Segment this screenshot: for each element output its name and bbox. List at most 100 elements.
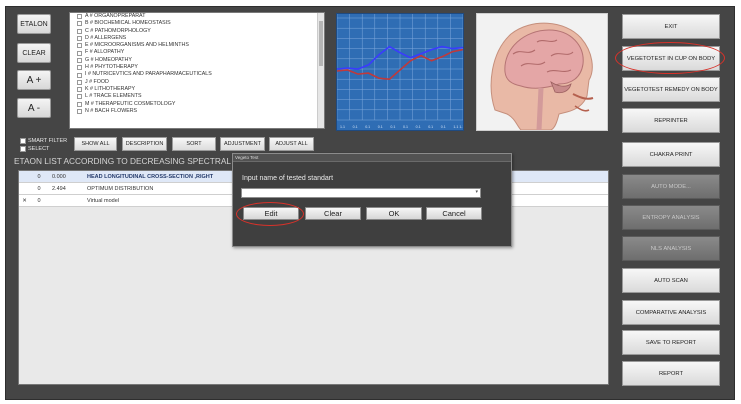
input-value [242, 198, 244, 204]
category-checkbox[interactable] [77, 101, 82, 107]
row-marker[interactable]: ✕ [19, 198, 30, 204]
chart-x-tick-label: 0.1 [390, 125, 395, 129]
chart-x-tick-label: 1.1 [340, 125, 345, 129]
category-checkbox[interactable] [77, 57, 82, 63]
category-checkbox[interactable] [77, 79, 82, 85]
category-checkbox[interactable] [77, 21, 82, 27]
category-label: M # THERAPEUTIC COSMETOLOGY [85, 100, 176, 107]
category-label: D # ALLERGENS [85, 34, 127, 41]
right-button-chakra-print[interactable]: CHAKRA PRINT [622, 142, 720, 167]
smart-filter-checkbox[interactable]: SMART FILTER [20, 138, 67, 144]
spectrum-chart-svg: 1.1 0.1 0.1 0.1 0.1 0.1 0.1 0.1 0.1 1.1 1.1 [336, 14, 464, 129]
right-button-entropy-analysis: ENTROPY ANALYSIS [622, 205, 720, 230]
etalon-list-title: ETAON LIST ACCORDING TO DECREASING SPECT… [14, 156, 248, 166]
category-items: A # ORGANOPREPARAT B # BIOCHEMICAL HOMEOS… [70, 13, 324, 115]
category-item[interactable]: J # FOOD [70, 79, 324, 86]
row-value: 0.000 [52, 173, 66, 180]
standard-name-input[interactable]: ▾ [241, 188, 481, 198]
category-label: L # TRACE ELEMENTS [85, 93, 142, 100]
dialog-prompt: Input name of tested standart [242, 175, 334, 182]
font-decrease-button[interactable]: A - [17, 98, 51, 118]
category-checkbox[interactable] [77, 94, 82, 100]
category-list-scrollbar[interactable] [317, 13, 324, 128]
dialog-title: Vegeto Test [235, 154, 259, 160]
category-label: B # BIOCHEMICAL HOMEOSTASIS [85, 20, 171, 27]
category-label: J # FOOD [85, 78, 109, 85]
chart-x-tick-label: 0.1 [353, 125, 358, 129]
row-name: OPTIMUM DISTRIBUTION [87, 185, 154, 192]
checkbox-box[interactable] [20, 138, 26, 144]
dropdown-arrow-icon[interactable]: ▾ [475, 189, 478, 195]
show-all-button[interactable]: SHOW ALL [74, 137, 117, 151]
clear-dialog-button[interactable]: Clear [305, 207, 361, 220]
category-item[interactable]: A # ORGANOPREPARAT [70, 13, 324, 20]
clear-button[interactable]: CLEAR [17, 43, 51, 63]
category-checkbox[interactable] [77, 14, 82, 20]
select-checkbox[interactable]: SELECT [20, 146, 49, 152]
right-button-comparative-analysis[interactable]: COMPARATIVE ANALYSIS [622, 300, 720, 325]
right-button-auto-mode: AUTO MODE... [622, 174, 720, 199]
adjustment-button[interactable]: ADJUSTMENT [220, 137, 265, 151]
chart-x-tick-label: 0.1 [428, 125, 433, 129]
row-value: 2.494 [52, 185, 66, 192]
adjust-all-button[interactable]: ADJUST ALL [269, 137, 314, 151]
category-item[interactable]: E # MICROORGANISMS AND HELMINTHS [70, 42, 324, 49]
right-button-nls-analysis: NLS ANALYSIS [622, 236, 720, 261]
right-button-vegetotest-in-cup-on-body[interactable]: VEGETOTEST IN CUP ON BODY [622, 46, 720, 71]
chart-x-tick-label: 0.1 [378, 125, 383, 129]
row-name: HEAD LONGITUDINAL CROSS-SECTION ,RIGHT [87, 173, 214, 180]
category-item[interactable]: B # BIOCHEMICAL HOMEOSTASIS [70, 20, 324, 27]
chart-x-tick-label: 0.1 [441, 125, 446, 129]
vegeto-test-dialog: Vegeto Test Input name of tested standar… [232, 153, 512, 247]
smart-filter-label: SMART FILTER [28, 138, 68, 144]
category-item[interactable]: K # LITHOTHERAPY [70, 86, 324, 93]
category-label: H # PHYTOTHERAPY [85, 64, 138, 71]
category-checkbox[interactable] [77, 50, 82, 56]
row-name: Virtual model [87, 197, 119, 204]
category-list[interactable]: A # ORGANOPREPARAT B # BIOCHEMICAL HOMEOS… [69, 12, 325, 129]
spectrum-chart: 1.1 0.1 0.1 0.1 0.1 0.1 0.1 0.1 0.1 1.1 1.1 [336, 13, 464, 131]
category-label: E # MICROORGANISMS AND HELMINTHS [85, 42, 189, 49]
category-item[interactable]: I # NUTRICEVTICS AND PARAPHARMACEUTICALS [70, 71, 324, 78]
chart-x-tick-label: 0.1 [365, 125, 370, 129]
right-button-auto-scan[interactable]: AUTO SCAN [622, 268, 720, 293]
chart-x-tick-label: 0.1 [403, 125, 408, 129]
description-button[interactable]: DESCRIPTION [122, 137, 167, 151]
cancel-button[interactable]: Cancel [426, 207, 482, 220]
category-checkbox[interactable] [77, 65, 82, 71]
category-checkbox[interactable] [77, 109, 82, 114]
category-item[interactable]: F # ALLOPATHY [70, 49, 324, 56]
right-button-exit[interactable]: EXIT [622, 14, 720, 39]
right-button-vegetotest-remedy-on-body[interactable]: VEGETOTEST REMEDY ON BODY [622, 77, 720, 102]
category-label: N # BACH FLOWERS [85, 107, 138, 114]
dialog-title-bar[interactable]: Vegeto Test [233, 154, 511, 162]
select-label: SELECT [28, 146, 50, 152]
right-button-report[interactable]: REPORT [622, 361, 720, 386]
category-label: G # HOMEOPATHY [85, 56, 132, 63]
checkbox-box[interactable] [20, 146, 26, 152]
right-button-reprinter[interactable]: REPRINTER [622, 108, 720, 133]
category-label: A # ORGANOPREPARAT [85, 13, 146, 19]
category-item[interactable]: M # THERAPEUTIC COSMETOLOGY [70, 101, 324, 108]
category-checkbox[interactable] [77, 72, 82, 78]
category-label: I # NUTRICEVTICS AND PARAPHARMACEUTICALS [85, 71, 212, 78]
etalon-button[interactable]: ETALON [17, 14, 51, 34]
category-item[interactable]: N # BACH FLOWERS [70, 108, 324, 115]
ok-button[interactable]: OK [366, 207, 422, 220]
sort-button[interactable]: SORT [172, 137, 216, 151]
category-item[interactable]: G # HOMEOPATHY [70, 57, 324, 64]
row-index: 0 [37, 173, 41, 180]
category-item[interactable]: H # PHYTOTHERAPY [70, 64, 324, 71]
category-item[interactable]: L # TRACE ELEMENTS [70, 93, 324, 100]
category-item[interactable]: D # ALLERGENS [70, 35, 324, 42]
scrollbar-thumb[interactable] [319, 21, 323, 66]
category-checkbox[interactable] [77, 87, 82, 93]
font-increase-button[interactable]: A + [17, 70, 51, 90]
category-item[interactable]: C # PATHOMORPHOLOGY [70, 28, 324, 35]
row-index: 0 [37, 185, 41, 192]
category-checkbox[interactable] [77, 36, 82, 42]
right-button-save-to-report[interactable]: SAVE TO REPORT [622, 330, 720, 355]
edit-button[interactable]: Edit [243, 207, 299, 220]
category-checkbox[interactable] [77, 28, 82, 34]
category-checkbox[interactable] [77, 43, 82, 49]
